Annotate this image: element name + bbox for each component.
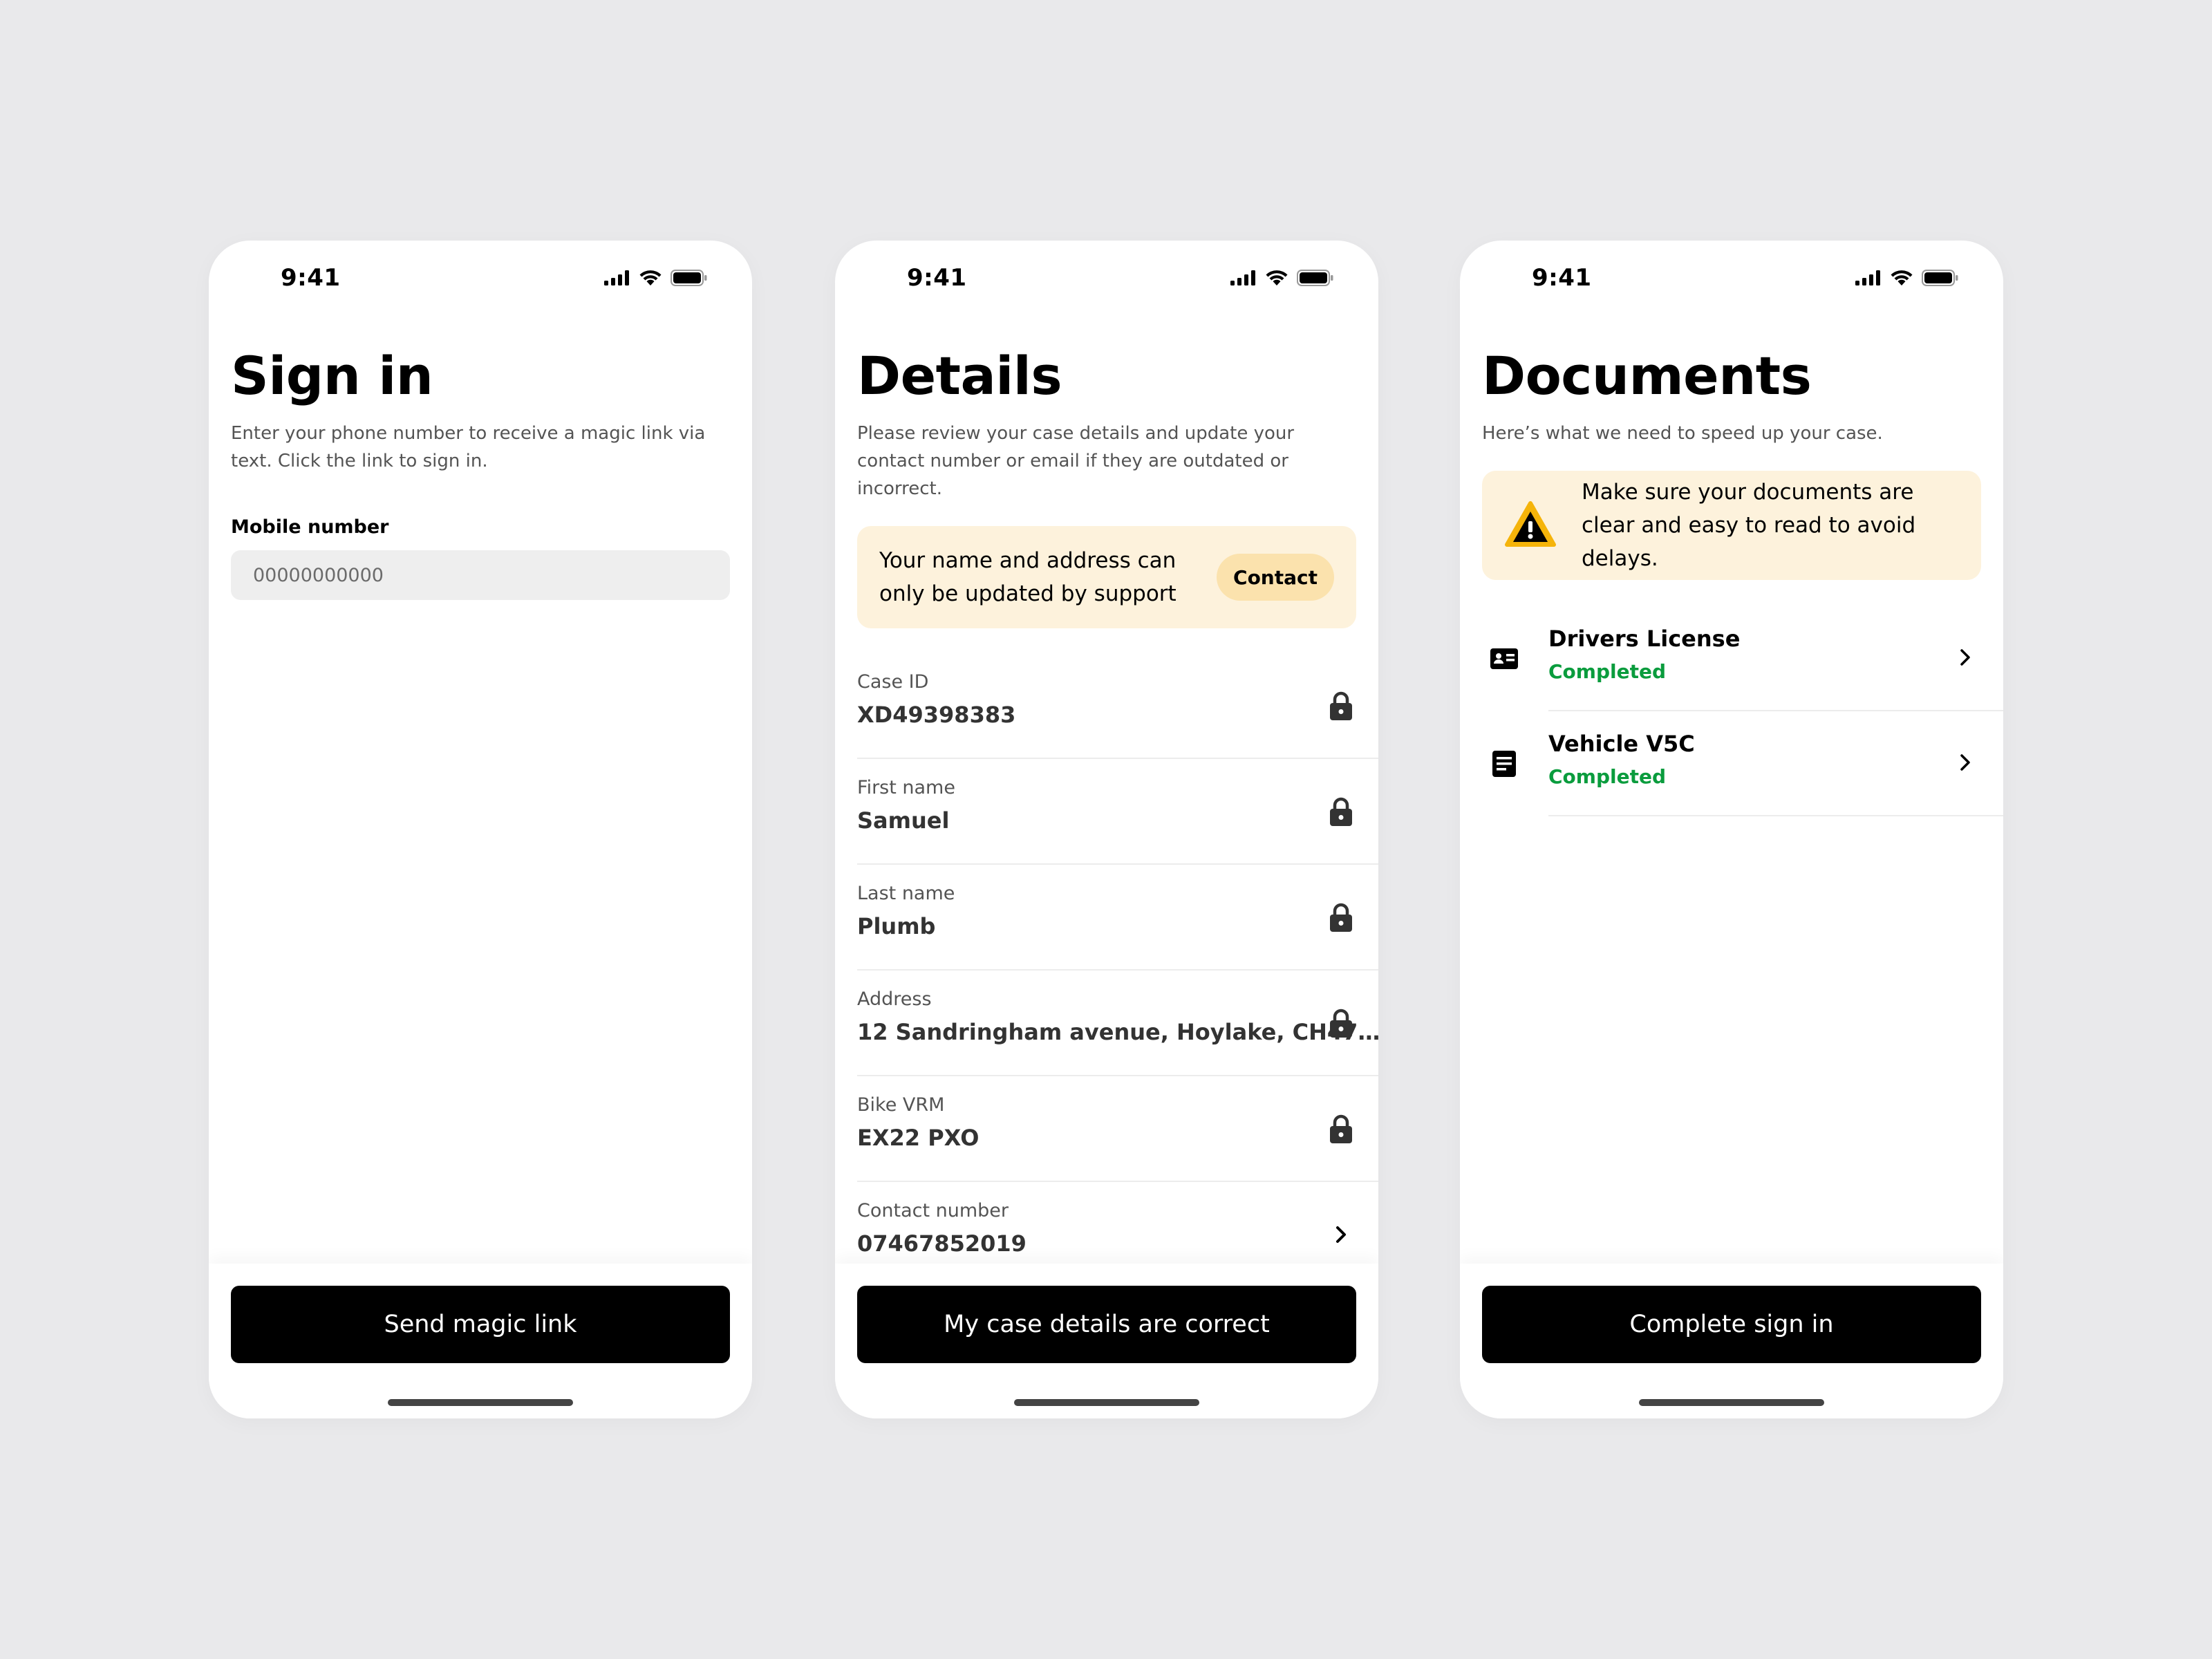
- detail-value: EX22 PXO: [857, 1125, 980, 1152]
- detail-row-case-id: Case ID XD49398383: [857, 653, 1378, 760]
- support-info-banner: Your name and address can only be update…: [857, 526, 1356, 629]
- details-screen: 9:41 Details Please review your case det…: [835, 241, 1378, 1418]
- document-title: Vehicle V5C: [1548, 731, 1695, 758]
- document-title: Drivers License: [1548, 626, 1741, 653]
- page-subtitle: Here’s what we need to speed up your cas…: [1482, 423, 1883, 444]
- status-bar: 9:41: [209, 241, 752, 324]
- detail-value: 12 Sandringham avenue, Hoylake, CH47…: [857, 1019, 1378, 1046]
- status-time: 9:41: [907, 264, 967, 292]
- mobile-number-label: Mobile number: [231, 516, 389, 538]
- home-indicator: [1014, 1399, 1199, 1406]
- home-indicator: [388, 1399, 573, 1406]
- details-content: Details Please review your case details …: [857, 344, 1378, 1288]
- banner-text: Your name and address can only be update…: [879, 548, 1177, 607]
- cellular-signal-icon: [604, 270, 630, 285]
- cellular-signal-icon: [1230, 270, 1257, 285]
- detail-label: Address: [857, 988, 932, 1011]
- documents-list: Drivers License Completed Vehicle V5C Co…: [1482, 606, 2003, 817]
- mobile-number-input[interactable]: 00000000000: [231, 550, 730, 601]
- wifi-icon: [639, 270, 662, 286]
- wifi-icon: [1265, 270, 1288, 286]
- detail-row-first-name: First name Samuel: [857, 759, 1378, 865]
- chevron-right-icon[interactable]: [1327, 1219, 1355, 1250]
- detail-row-last-name: Last name Plumb: [857, 865, 1378, 971]
- battery-icon: [671, 270, 708, 286]
- chevron-right-icon: [1959, 648, 1971, 670]
- page-title: Documents: [1482, 345, 1812, 406]
- status-time: 9:41: [1532, 264, 1592, 292]
- document-item-vehicle-v5c[interactable]: Vehicle V5C Completed: [1482, 711, 2003, 817]
- chevron-right-icon: [1959, 753, 1971, 775]
- bottom-bar: My case details are correct: [835, 1264, 1378, 1418]
- case-details-list: Case ID XD49398383 First name Samuel Las…: [857, 653, 1378, 1288]
- id-card-icon: [1489, 644, 1519, 674]
- bottom-bar: Complete sign in: [1460, 1264, 2003, 1418]
- battery-icon: [1297, 270, 1334, 286]
- page-subtitle: Enter your phone number to receive a mag…: [231, 423, 706, 472]
- warning-icon: [1504, 500, 1557, 550]
- bottom-bar: Send magic link: [209, 1264, 752, 1418]
- send-magic-link-button[interactable]: Send magic link: [231, 1286, 730, 1363]
- document-status: Completed: [1548, 765, 1667, 789]
- page-title: Details: [857, 345, 1062, 406]
- detail-value: 07467852019: [857, 1230, 1027, 1257]
- home-indicator: [1639, 1399, 1824, 1406]
- documents-screen: 9:41 Documents Here’s what we need to sp…: [1460, 241, 2003, 1418]
- document-warning-banner: Make sure your documents are clear and e…: [1482, 471, 1981, 581]
- document-item-drivers-license[interactable]: Drivers License Completed: [1482, 606, 2003, 712]
- warning-text: Make sure your documents are clear and e…: [1582, 480, 1916, 572]
- detail-label: Contact number: [857, 1200, 1009, 1222]
- status-time: 9:41: [281, 264, 341, 292]
- lock-icon: [1327, 1008, 1355, 1038]
- lock-icon: [1327, 1114, 1355, 1144]
- page-title: Sign in: [231, 345, 433, 406]
- status-icons: [604, 270, 708, 286]
- detail-row-bike-vrm: Bike VRM EX22 PXO: [857, 1076, 1378, 1183]
- detail-label: Bike VRM: [857, 1094, 945, 1116]
- battery-icon: [1922, 270, 1959, 286]
- detail-label: First name: [857, 777, 955, 799]
- wifi-icon: [1890, 270, 1913, 286]
- status-icons: [1230, 270, 1334, 286]
- documents-content: Documents Here’s what we need to speed u…: [1482, 344, 2003, 817]
- detail-label: Case ID: [857, 671, 929, 693]
- status-bar: 9:41: [835, 241, 1378, 324]
- page-subtitle: Please review your case details and upda…: [857, 423, 1295, 500]
- detail-row-address: Address 12 Sandringham avenue, Hoylake, …: [857, 971, 1378, 1077]
- lock-icon: [1327, 902, 1355, 932]
- detail-value: XD49398383: [857, 702, 1016, 729]
- contact-button[interactable]: Contact: [1217, 554, 1334, 601]
- status-bar: 9:41: [1460, 241, 2003, 324]
- complete-sign-in-button[interactable]: Complete sign in: [1482, 1286, 1981, 1363]
- status-icons: [1855, 270, 1959, 286]
- detail-label: Last name: [857, 883, 955, 905]
- document-icon: [1489, 749, 1519, 779]
- document-status: Completed: [1548, 660, 1667, 684]
- confirm-details-button[interactable]: My case details are correct: [857, 1286, 1356, 1363]
- detail-value: Samuel: [857, 807, 950, 834]
- lock-icon: [1327, 796, 1355, 827]
- signin-content: Sign in Enter your phone number to recei…: [231, 344, 730, 601]
- signin-screen: 9:41 Sign in Enter your phone number to …: [209, 241, 752, 1418]
- detail-value: Plumb: [857, 913, 936, 940]
- mobile-number-placeholder: 00000000000: [253, 564, 384, 586]
- cellular-signal-icon: [1855, 270, 1882, 285]
- lock-icon: [1327, 691, 1355, 721]
